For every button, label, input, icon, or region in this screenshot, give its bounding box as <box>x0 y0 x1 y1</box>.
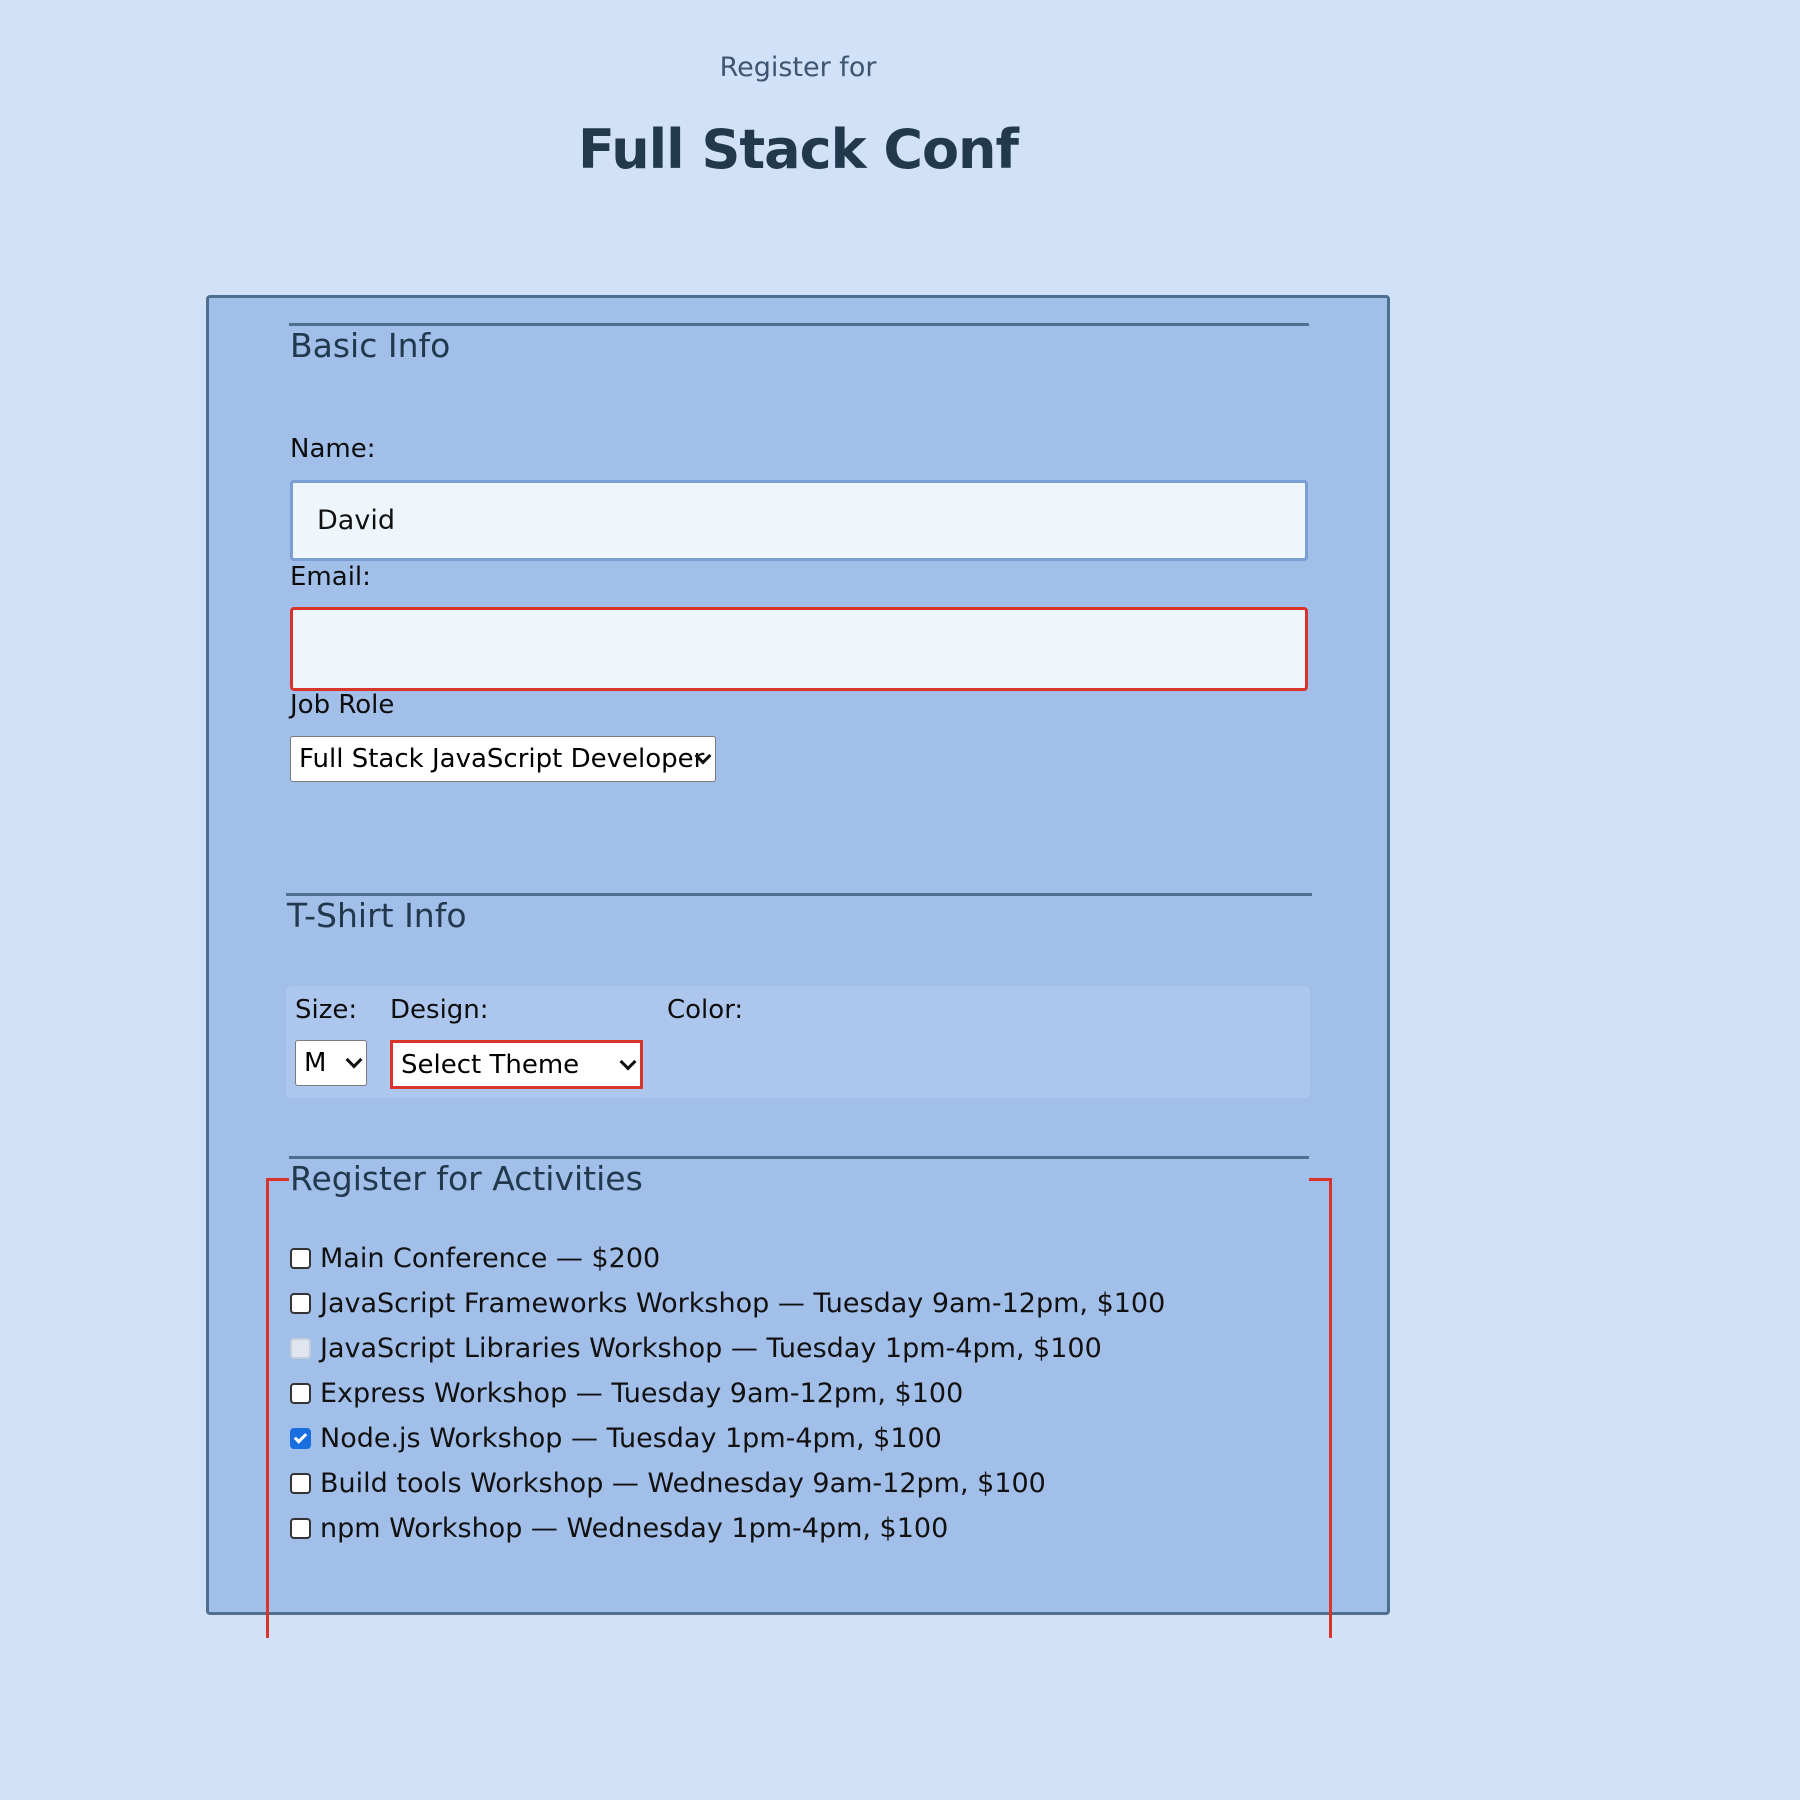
activity-npm[interactable]: npm Workshop — Wednesday 1pm-4pm, $100 <box>290 1513 948 1544</box>
chevron-down-icon <box>345 1051 363 1069</box>
name-label: Name: <box>290 434 376 464</box>
activity-nodejs[interactable]: Node.js Workshop — Tuesday 1pm-4pm, $100 <box>290 1423 942 1454</box>
activity-main-conference[interactable]: Main Conference — $200 <box>290 1243 660 1274</box>
design-select[interactable]: Select Theme <box>390 1040 643 1089</box>
activity-checkbox <box>290 1338 311 1359</box>
email-label: Email: <box>290 562 371 592</box>
activity-js-libraries: JavaScript Libraries Workshop — Tuesday … <box>290 1333 1102 1364</box>
activity-label: JavaScript Frameworks Workshop — Tuesday… <box>320 1288 1166 1319</box>
activity-checkbox[interactable] <box>290 1383 311 1404</box>
activity-checkbox[interactable] <box>290 1293 311 1314</box>
activity-checkbox[interactable] <box>290 1428 311 1449</box>
design-label: Design: <box>390 995 489 1025</box>
tshirt-options-panel: Size: M Design: Select Theme Color: <box>286 986 1310 1098</box>
page-title: Full Stack Conf <box>578 118 1019 181</box>
registration-form: Basic Info Name: David Email: Job Role F… <box>206 295 1390 1638</box>
name-field-value: David <box>317 505 395 536</box>
activity-js-frameworks[interactable]: JavaScript Frameworks Workshop — Tuesday… <box>290 1288 1165 1319</box>
activity-label: Node.js Workshop — Tuesday 1pm-4pm, $100 <box>320 1423 942 1454</box>
activity-express[interactable]: Express Workshop — Tuesday 9am-12pm, $10… <box>290 1378 963 1409</box>
activity-label: Express Workshop — Tuesday 9am-12pm, $10… <box>320 1378 964 1409</box>
tshirt-info-legend: T-Shirt Info <box>287 896 467 935</box>
job-role-selected: Full Stack JavaScript Developer <box>299 744 705 774</box>
activity-label: Build tools Workshop — Wednesday 9am-12p… <box>320 1468 1046 1499</box>
job-role-label: Job Role <box>290 690 395 720</box>
chevron-down-icon <box>619 1053 637 1070</box>
activity-checkbox[interactable] <box>290 1518 311 1539</box>
email-field[interactable] <box>290 607 1308 691</box>
name-field[interactable]: David <box>290 480 1308 561</box>
activities-legend: Register for Activities <box>290 1159 643 1198</box>
activity-label: JavaScript Libraries Workshop — Tuesday … <box>320 1333 1102 1364</box>
basic-info-legend: Basic Info <box>290 326 451 365</box>
activity-build-tools[interactable]: Build tools Workshop — Wednesday 9am-12p… <box>290 1468 1046 1499</box>
checkmark-icon <box>293 1430 308 1444</box>
job-role-select[interactable]: Full Stack JavaScript Developer <box>290 736 716 782</box>
page-pretitle: Register for <box>719 52 877 83</box>
size-select[interactable]: M <box>295 1040 367 1086</box>
design-selected: Select Theme <box>401 1049 580 1080</box>
activity-label: npm Workshop — Wednesday 1pm-4pm, $100 <box>320 1513 949 1544</box>
size-selected: M <box>304 1048 327 1078</box>
size-label: Size: <box>295 995 358 1025</box>
activity-checkbox[interactable] <box>290 1473 311 1494</box>
color-label: Color: <box>667 995 744 1025</box>
activity-checkbox[interactable] <box>290 1248 311 1269</box>
activity-label: Main Conference — $200 <box>320 1243 661 1274</box>
